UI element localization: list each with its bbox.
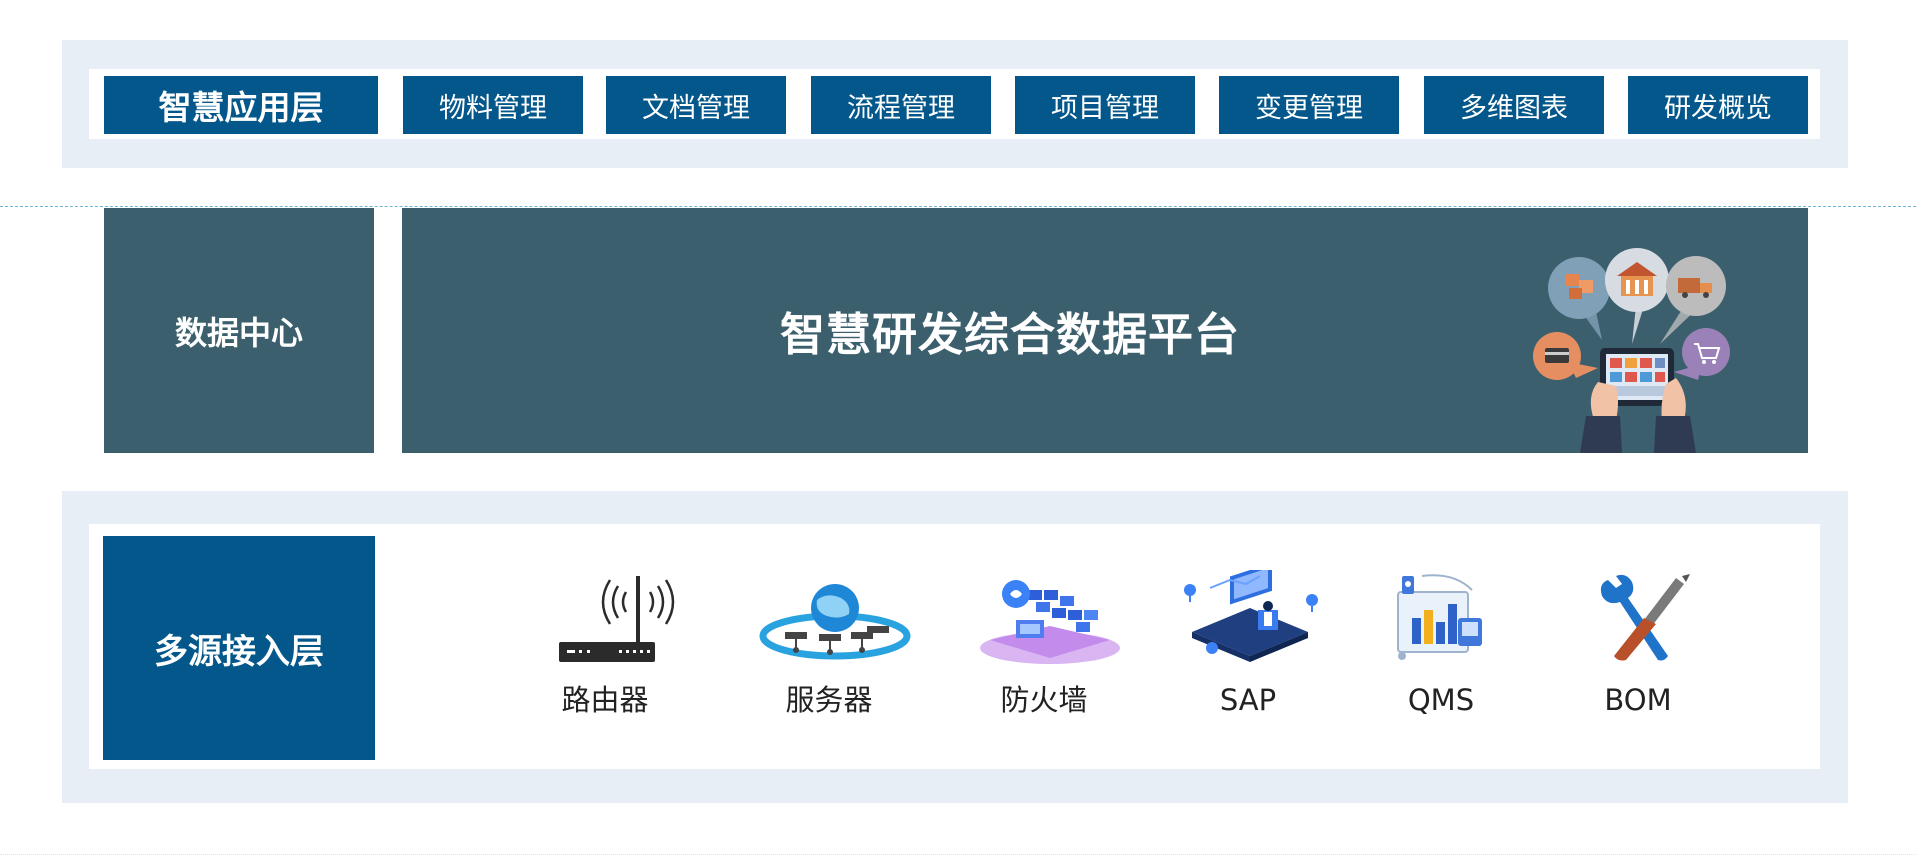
layer-divider xyxy=(0,206,1916,207)
firewall-icon[interactable] xyxy=(970,570,1130,670)
source-label-bom: BOM xyxy=(1604,683,1672,717)
module-multidimensional-charts[interactable]: 多维图表 xyxy=(1424,76,1604,134)
module-change-management[interactable]: 变更管理 xyxy=(1219,76,1399,134)
bottom-dotted-line xyxy=(0,854,1916,855)
module-process-management[interactable]: 流程管理 xyxy=(811,76,991,134)
server-cloud-icon[interactable] xyxy=(755,570,915,670)
wrench-screwdriver-icon[interactable] xyxy=(1556,570,1716,670)
ecommerce-illustration-icon xyxy=(1533,248,1730,453)
source-label-qms: QMS xyxy=(1407,683,1475,717)
source-label-firewall: 防火墙 xyxy=(1000,683,1088,717)
module-project-management[interactable]: 项目管理 xyxy=(1015,76,1195,134)
sap-isometric-icon[interactable] xyxy=(1170,570,1330,670)
application-layer-title: 智慧应用层 xyxy=(104,76,378,134)
module-material-management[interactable]: 物料管理 xyxy=(403,76,583,134)
source-label-router: 路由器 xyxy=(561,683,649,717)
source-layer-title: 多源接入层 xyxy=(103,536,375,760)
module-document-management[interactable]: 文档管理 xyxy=(606,76,786,134)
router-icon[interactable] xyxy=(525,570,685,670)
source-label-sap: SAP xyxy=(1219,683,1277,717)
data-platform-panel: 智慧研发综合数据平台 xyxy=(402,208,1808,453)
qms-dashboard-icon[interactable] xyxy=(1362,570,1522,670)
source-label-server: 服务器 xyxy=(785,683,873,717)
module-rd-overview[interactable]: 研发概览 xyxy=(1628,76,1808,134)
platform-title: 智慧研发综合数据平台 xyxy=(779,308,1240,361)
data-center-label: 数据中心 xyxy=(104,208,374,453)
